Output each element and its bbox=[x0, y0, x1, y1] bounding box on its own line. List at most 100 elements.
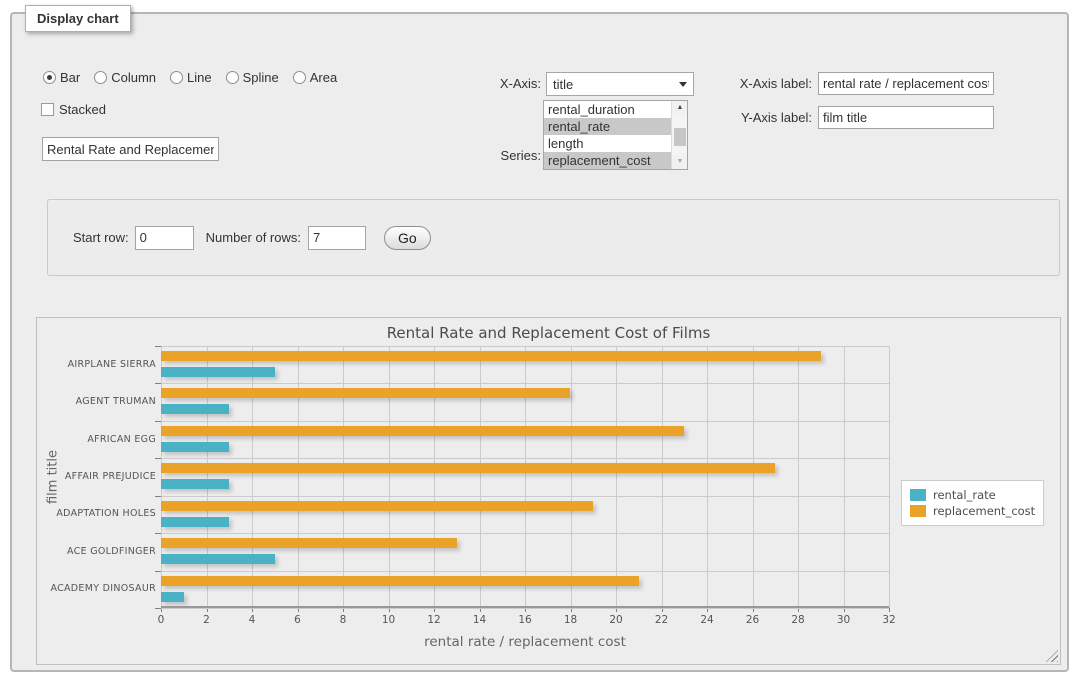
gridline bbox=[616, 346, 617, 608]
category-label: AFFAIR PREJUDICE bbox=[37, 471, 156, 483]
radio-icon[interactable] bbox=[226, 71, 239, 84]
chart-type-label: Bar bbox=[60, 70, 80, 85]
category-label: AIRPLANE SIERRA bbox=[37, 359, 156, 371]
gridline bbox=[161, 383, 889, 384]
chart-type-radio-column[interactable]: Column bbox=[94, 70, 156, 85]
y-axis-label-label: Y-Axis label: bbox=[712, 110, 812, 125]
tick-mark bbox=[155, 571, 161, 572]
number-of-rows-label: Number of rows: bbox=[206, 230, 301, 245]
series-listbox[interactable]: rental_durationrental_ratelengthreplacem… bbox=[543, 100, 688, 170]
series-option-replacement_cost[interactable]: replacement_cost bbox=[544, 152, 671, 169]
chart-type-radio-bar[interactable]: Bar bbox=[43, 70, 80, 85]
gridline bbox=[161, 458, 889, 459]
resize-handle-icon[interactable] bbox=[1046, 650, 1058, 662]
x-tick-label: 24 bbox=[692, 614, 722, 626]
x-tick-label: 30 bbox=[829, 614, 859, 626]
x-tick-label: 26 bbox=[738, 614, 768, 626]
chart-legend: rental_ratereplacement_cost bbox=[901, 480, 1044, 526]
tick-mark bbox=[155, 496, 161, 497]
y-axis-label-input[interactable] bbox=[818, 106, 994, 129]
chart-type-label: Line bbox=[187, 70, 212, 85]
tick-mark bbox=[155, 421, 161, 422]
legend-swatch bbox=[910, 505, 926, 517]
series-option-rental_duration[interactable]: rental_duration bbox=[544, 101, 671, 118]
bar-replacement_cost bbox=[161, 351, 821, 361]
gridline bbox=[798, 346, 799, 608]
gridline bbox=[161, 533, 889, 534]
tick-mark bbox=[155, 346, 161, 347]
stacked-checkbox[interactable] bbox=[41, 103, 54, 116]
bar-rental_rate bbox=[161, 442, 229, 452]
radio-icon[interactable] bbox=[94, 71, 107, 84]
bar-rental_rate bbox=[161, 554, 275, 564]
bar-replacement_cost bbox=[161, 538, 457, 548]
chart-type-radio-line[interactable]: Line bbox=[170, 70, 212, 85]
series-option-length[interactable]: length bbox=[544, 135, 671, 152]
stacked-checkbox-row[interactable]: Stacked bbox=[41, 102, 106, 117]
gridline bbox=[662, 346, 663, 608]
x-tick-label: 4 bbox=[237, 614, 267, 626]
category-label: AGENT TRUMAN bbox=[37, 396, 156, 408]
number-of-rows-input[interactable] bbox=[308, 226, 366, 250]
start-row-input[interactable] bbox=[135, 226, 194, 250]
gridline bbox=[161, 608, 889, 609]
chart-type-label: Spline bbox=[243, 70, 279, 85]
rows-controls-box: Start row: Number of rows: Go bbox=[47, 199, 1060, 276]
gridline bbox=[571, 346, 572, 608]
bar-replacement_cost bbox=[161, 501, 593, 511]
radio-icon[interactable] bbox=[293, 71, 306, 84]
x-tick-label: 22 bbox=[647, 614, 677, 626]
gridline bbox=[298, 346, 299, 608]
radio-icon[interactable] bbox=[43, 71, 56, 84]
x-tick-label: 32 bbox=[874, 614, 904, 626]
bar-rental_rate bbox=[161, 479, 229, 489]
chart-type-radio-spline[interactable]: Spline bbox=[226, 70, 279, 85]
scroll-down-icon[interactable]: ▼ bbox=[672, 155, 688, 169]
category-label: ACE GOLDFINGER bbox=[37, 546, 156, 558]
scroll-up-icon[interactable]: ▲ bbox=[672, 101, 688, 115]
x-axis-label-label: X-Axis label: bbox=[712, 76, 812, 91]
gridline bbox=[252, 346, 253, 608]
x-tick-label: 28 bbox=[783, 614, 813, 626]
gridline bbox=[753, 346, 754, 608]
bar-rental_rate bbox=[161, 592, 184, 602]
series-option-rental_rate[interactable]: rental_rate bbox=[544, 118, 671, 135]
x-axis-selected-value: title bbox=[553, 77, 573, 92]
radio-icon[interactable] bbox=[170, 71, 183, 84]
listbox-scrollbar[interactable]: ▲ ▼ bbox=[671, 101, 687, 169]
chart-type-label: Column bbox=[111, 70, 156, 85]
gridline bbox=[389, 346, 390, 608]
start-row-label: Start row: bbox=[73, 230, 129, 245]
bar-replacement_cost bbox=[161, 463, 775, 473]
gridline bbox=[161, 421, 889, 422]
x-tick-label: 10 bbox=[374, 614, 404, 626]
bar-replacement_cost bbox=[161, 426, 684, 436]
gridline bbox=[161, 496, 889, 497]
gridline bbox=[480, 346, 481, 608]
x-tick-label: 18 bbox=[556, 614, 586, 626]
tick-mark bbox=[155, 383, 161, 384]
gridline bbox=[434, 346, 435, 608]
bar-rental_rate bbox=[161, 404, 229, 414]
category-label: ACADEMY DINOSAUR bbox=[37, 583, 156, 595]
panel-title: Display chart bbox=[25, 5, 131, 32]
x-tick-label: 0 bbox=[146, 614, 176, 626]
category-label: AFRICAN EGG bbox=[37, 434, 156, 446]
x-axis-select-label: X-Axis: bbox=[467, 76, 541, 91]
chevron-down-icon bbox=[679, 82, 687, 87]
bar-rental_rate bbox=[161, 367, 275, 377]
x-axis-label-input[interactable] bbox=[818, 72, 994, 95]
gridline bbox=[343, 346, 344, 608]
x-axis-select[interactable]: title bbox=[546, 72, 694, 96]
scrollbar-thumb[interactable] bbox=[674, 128, 686, 146]
gridline bbox=[707, 346, 708, 608]
legend-entry: rental_rate bbox=[910, 488, 1035, 502]
gridline bbox=[161, 346, 889, 347]
tick-mark bbox=[155, 608, 161, 609]
x-tick-label: 8 bbox=[328, 614, 358, 626]
go-button[interactable]: Go bbox=[384, 226, 431, 250]
chart-type-radio-area[interactable]: Area bbox=[293, 70, 337, 85]
chart-title-input[interactable] bbox=[42, 137, 219, 161]
x-axis-line bbox=[161, 606, 889, 608]
gridline bbox=[207, 346, 208, 608]
